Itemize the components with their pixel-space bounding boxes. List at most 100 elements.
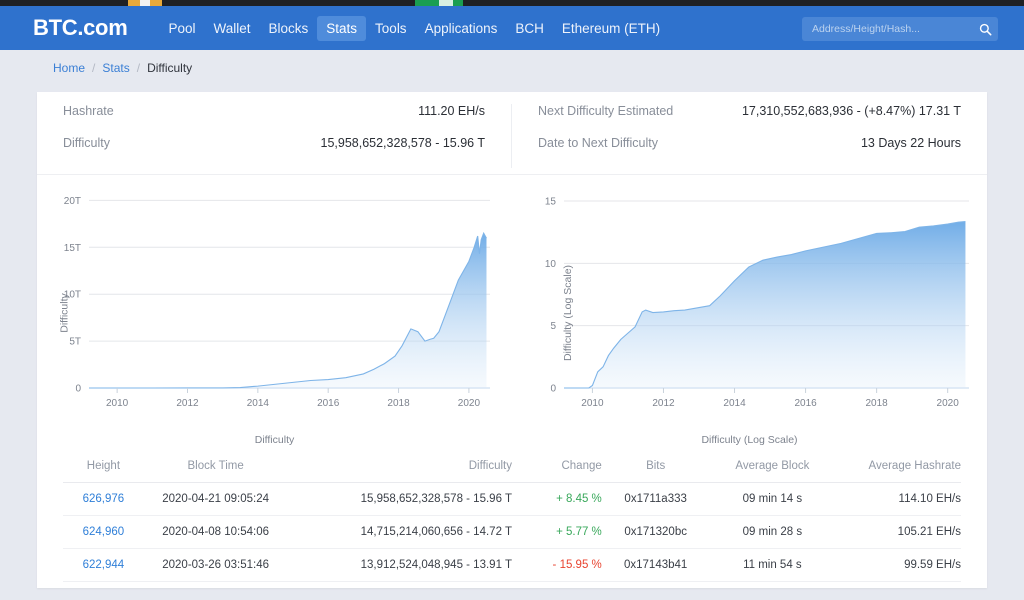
difficulty-history-table: Height Block Time Difficulty Change Bits… [37, 450, 987, 582]
cell-difficulty: 13,912,524,048,945 - 13.91 T [360, 559, 512, 571]
nav-item-blocks[interactable]: Blocks [260, 16, 318, 41]
svg-text:2020: 2020 [937, 398, 960, 409]
cell-average-block: 09 min 14 s [742, 493, 803, 505]
stat-date-next-label: Date to Next Difficulty [538, 136, 658, 150]
svg-text:2010: 2010 [106, 398, 129, 409]
breadcrumb: Home / Stats / Difficulty [0, 50, 1024, 85]
cell-block-time: 2020-04-21 09:05:24 [162, 493, 270, 505]
column-header-change: Change [561, 460, 602, 472]
svg-text:5T: 5T [69, 337, 81, 348]
cell-bits: 0x171320bc [624, 526, 687, 538]
stat-difficulty-value: 15,958,652,328,578 - 15.96 T [320, 136, 486, 150]
difficulty-log-svg: 0 5 10 15 2010 2012 2014 2016 2018 2020 [545, 196, 969, 409]
table-row[interactable]: 622,944 2020-03-26 03:51:46 13,912,524,0… [63, 549, 961, 582]
table-row[interactable]: 624,960 2020-04-08 10:54:06 14,715,214,0… [63, 516, 961, 549]
chart-difficulty-linear: 0 5T 10T 15T 20T 2010 2012 2014 2016 2018 2020 Dif… [37, 175, 512, 450]
column-header-difficulty: Difficulty [468, 460, 512, 472]
table-header-row: Height Block Time Difficulty Change Bits… [63, 450, 961, 483]
column-header-bits: Bits [646, 460, 666, 472]
cell-average-hashrate: 105.21 EH/s [897, 526, 961, 538]
stat-hashrate: Hashrate 111.20 EH/s [63, 104, 485, 136]
cell-average-block: 09 min 28 s [742, 526, 803, 538]
nav-item-bch[interactable]: BCH [506, 16, 553, 41]
svg-text:5: 5 [550, 321, 556, 332]
main-navigation: Pool Wallet Blocks Stats Tools Applicati… [159, 6, 669, 50]
column-header-height: Height [86, 460, 121, 472]
cell-average-hashrate: 114.10 EH/s [898, 493, 961, 505]
cell-change: + 5.77 % [556, 526, 602, 538]
summary-stats-panel: Hashrate 111.20 EH/s Difficulty 15,958,6… [37, 92, 987, 175]
difficulty-linear-svg: 05T10T15T20T2010 2012 2014 2016 2018 2020 [64, 196, 490, 409]
search-box [802, 17, 998, 41]
stat-hashrate-label: Hashrate [63, 104, 114, 118]
svg-text:2020: 2020 [458, 398, 481, 409]
difficulty-linear-area [89, 233, 487, 388]
svg-text:10: 10 [545, 259, 557, 270]
chart-linear-canvas: 0 5T 10T 15T 20T 2010 2012 2014 2016 2018 2020 [37, 175, 512, 450]
svg-text:2012: 2012 [176, 398, 199, 409]
nav-item-tools[interactable]: Tools [366, 16, 416, 41]
svg-text:2014: 2014 [723, 398, 746, 409]
cell-block-time: 2020-03-26 03:51:46 [162, 559, 270, 571]
search-input[interactable] [802, 23, 972, 35]
difficulty-page-card: Hashrate 111.20 EH/s Difficulty 15,958,6… [37, 92, 987, 588]
nav-item-pool[interactable]: Pool [159, 16, 204, 41]
site-header: BTC.com Pool Wallet Blocks Stats Tools A… [0, 6, 1024, 50]
cell-difficulty: 14,715,214,060,656 - 14.72 T [360, 526, 512, 538]
cell-height[interactable]: 622,944 [63, 559, 144, 571]
column-header-average-hashrate: Average Hashrate [868, 460, 961, 472]
cell-change: - 15.95 % [552, 559, 602, 571]
chart-log-xlabel: Difficulty (Log Scale) [701, 434, 798, 446]
svg-text:15T: 15T [64, 243, 81, 254]
stat-next-difficulty: Next Difficulty Estimated 17,310,552,683… [538, 104, 961, 136]
chart-log-ylabel: Difficulty (Log Scale) [562, 264, 575, 361]
cell-change: + 8.45 % [556, 493, 602, 505]
breadcrumb-home[interactable]: Home [53, 61, 85, 75]
search-icon[interactable] [972, 23, 998, 36]
difficulty-log-area [564, 221, 966, 388]
site-logo[interactable]: BTC.com [33, 15, 128, 41]
svg-text:20T: 20T [64, 196, 81, 207]
stat-difficulty: Difficulty 15,958,652,328,578 - 15.96 T [63, 136, 485, 168]
cell-block-time: 2020-04-08 10:54:06 [162, 526, 270, 538]
svg-text:15: 15 [545, 196, 557, 207]
column-header-block-time: Block Time [187, 460, 244, 472]
cell-height[interactable]: 626,976 [63, 493, 144, 505]
svg-text:2018: 2018 [866, 398, 889, 409]
nav-item-wallet[interactable]: Wallet [205, 16, 260, 41]
table-row[interactable]: 626,976 2020-04-21 09:05:24 15,958,652,3… [63, 483, 961, 516]
svg-text:2014: 2014 [247, 398, 270, 409]
breadcrumb-separator: / [136, 60, 141, 75]
chart-difficulty-log: 0 5 10 15 2010 2012 2014 2016 2018 2020 Difficult… [512, 175, 987, 450]
cell-average-hashrate: 99.59 EH/s [904, 559, 961, 571]
stat-difficulty-label: Difficulty [63, 136, 111, 150]
cell-height[interactable]: 624,960 [63, 526, 144, 538]
stat-next-difficulty-label: Next Difficulty Estimated [538, 104, 674, 118]
svg-text:2016: 2016 [794, 398, 817, 409]
cell-bits: 0x1711a333 [624, 493, 687, 505]
breadcrumb-current: Difficulty [147, 60, 193, 75]
chart-log-canvas: 0 5 10 15 2010 2012 2014 2016 2018 2020 [512, 175, 987, 450]
stat-next-difficulty-value: 17,310,552,683,936 - (+8.47%) 17.31 T [741, 104, 961, 118]
chart-linear-xlabel: Difficulty [254, 434, 295, 446]
summary-column-right: Next Difficulty Estimated 17,310,552,683… [512, 104, 987, 168]
stat-date-next-difficulty: Date to Next Difficulty 13 Days 22 Hours [538, 136, 961, 168]
svg-text:2018: 2018 [387, 398, 410, 409]
svg-text:0: 0 [550, 384, 556, 395]
column-header-average-block: Average Block [735, 460, 810, 472]
stat-hashrate-value: 111.20 EH/s [418, 104, 485, 118]
nav-item-applications[interactable]: Applications [416, 16, 507, 41]
cell-average-block: 11 min 54 s [743, 559, 802, 571]
breadcrumb-separator: / [92, 60, 96, 75]
chart-linear-ylabel: Difficulty [58, 292, 71, 333]
breadcrumb-stats[interactable]: Stats [102, 61, 129, 75]
stat-date-next-value: 13 Days 22 Hours [860, 136, 961, 150]
summary-column-left: Hashrate 111.20 EH/s Difficulty 15,958,6… [37, 104, 512, 168]
nav-item-stats[interactable]: Stats [317, 15, 367, 41]
svg-text:0: 0 [75, 384, 81, 395]
svg-text:2010: 2010 [581, 398, 604, 409]
cell-bits: 0x17143b41 [624, 559, 688, 571]
nav-item-ethereum[interactable]: Ethereum (ETH) [553, 16, 669, 41]
charts-area: 0 5T 10T 15T 20T 2010 2012 2014 2016 2018 2020 Dif… [37, 175, 987, 450]
svg-text:2016: 2016 [317, 398, 340, 409]
